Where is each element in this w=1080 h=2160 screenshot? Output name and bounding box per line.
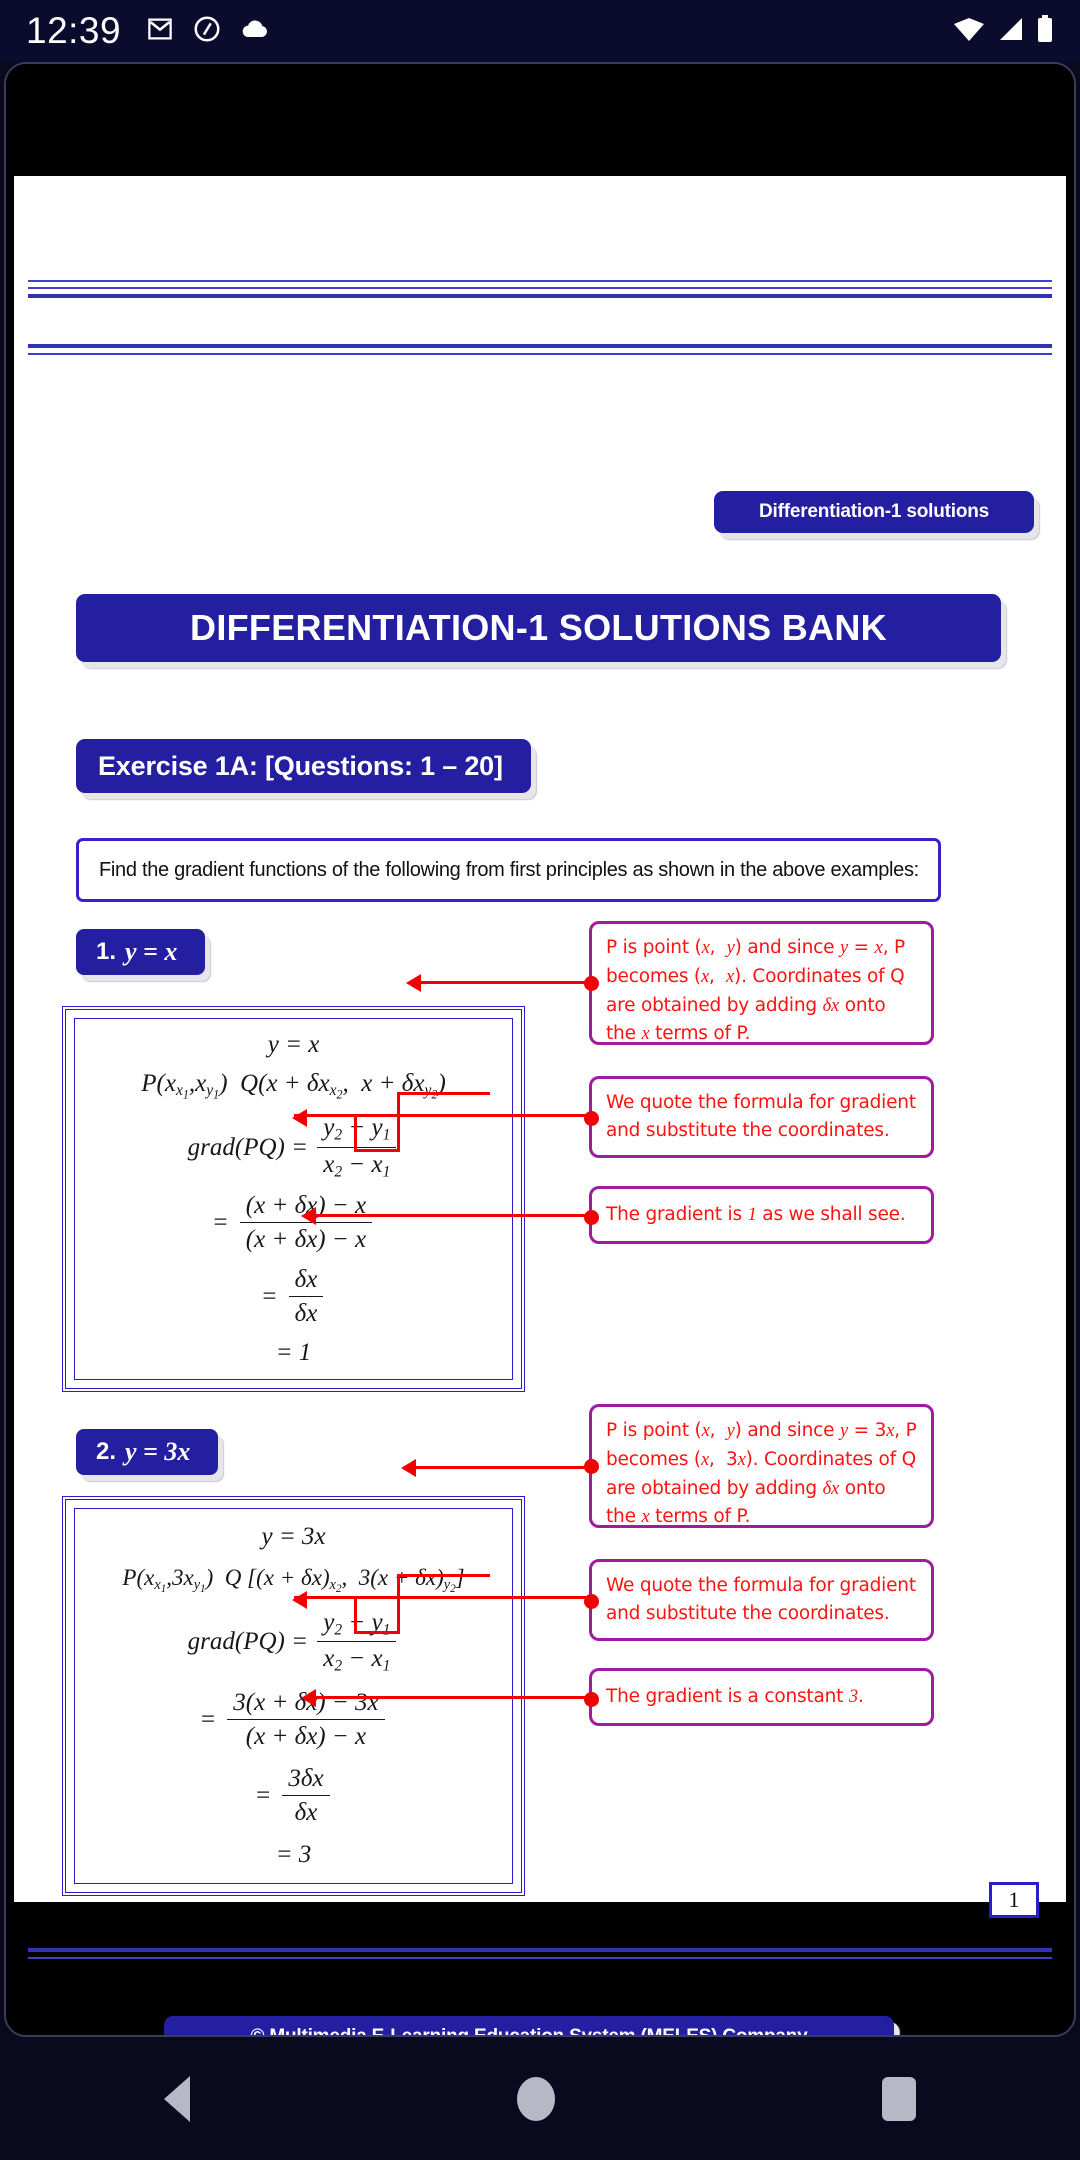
connector-2-2b (397, 1574, 400, 1634)
connector-1-2b (397, 1092, 400, 1152)
page-title: DIFFERENTIATION-1 SOLUTIONS BANK (76, 594, 1001, 662)
viewer-top-letterbox (6, 64, 1074, 176)
d1-line-sub: = (x + δx) − x (x + δx) − x (212, 1192, 375, 1254)
question-2-number: 2. (96, 1438, 117, 1465)
document-page[interactable]: Differentiation-1 solutions DIFFERENTIAT… (14, 176, 1066, 2035)
d2-line-grad: grad(PQ) = y2 − y1x2 − x1 (188, 1609, 400, 1676)
d1-line-pq: P(xx1,xy1) Q(x + δxx2, x + δxy2) (141, 1070, 446, 1102)
exercise-heading: Exercise 1A: [Questions: 1 – 20] (76, 739, 531, 793)
connector-2-1 (414, 1466, 589, 1469)
page-number-box: 1 (989, 1882, 1039, 1918)
signal-icon (996, 15, 1026, 48)
question-1-number: 1. (96, 938, 117, 965)
connector-2-2d (354, 1598, 357, 1634)
status-time: 12:39 (26, 10, 122, 51)
arrowhead-2-1 (401, 1459, 416, 1477)
connector-1-2c (354, 1149, 400, 1152)
connector-1-3 (314, 1214, 589, 1217)
d2-line-y: y = 3x (261, 1522, 326, 1550)
viewer-bottom-letterbox (6, 1898, 1074, 2035)
callout-2-1: P is point (x, y) and since y = 3x, P be… (584, 1404, 934, 1528)
connector-1-2a (400, 1092, 490, 1095)
d2-line-delta: = 3δx δx (254, 1765, 332, 1827)
header-rule-bottom (28, 344, 1052, 355)
arrowhead-1-2 (292, 1109, 307, 1127)
android-nav-bar (0, 2037, 1080, 2160)
d1-line-y: y = x (267, 1030, 320, 1058)
wifi-icon (952, 15, 986, 48)
status-bar: 12:39 (0, 0, 1080, 62)
circle-q-icon (192, 14, 222, 49)
arrowhead-2-3 (301, 1689, 316, 1707)
header-rule-top (28, 280, 1052, 298)
document-viewer-frame[interactable]: Differentiation-1 solutions DIFFERENTIAT… (4, 62, 1076, 2037)
connector-1-2e (354, 1114, 589, 1117)
callout-1-2: We quote the formula for gradient and su… (584, 1076, 934, 1158)
connector-1-1 (419, 981, 589, 984)
question-1-chip[interactable]: 1. y = x (76, 929, 206, 975)
back-button[interactable] (163, 2075, 190, 2122)
connector-2-2f (294, 1596, 356, 1599)
arrowhead-1-1 (406, 974, 421, 992)
callout-2-2: We quote the formula for gradient and su… (584, 1559, 934, 1641)
arrowhead-2-2 (292, 1591, 307, 1609)
callout-1-3: The gradient is 1 as we shall see. (584, 1186, 934, 1244)
d2-line-result: = 3 (275, 1841, 312, 1869)
d1-line-delta: = δx δx (261, 1266, 327, 1328)
footer-copyright: © Multimedia E-Learning Education System… (164, 2016, 894, 2035)
question-2-equation: y = 3x (125, 1437, 191, 1466)
footer-rule-top (28, 1948, 1052, 1959)
home-button[interactable] (516, 2076, 555, 2121)
instruction-box: Find the gradient functions of the follo… (76, 838, 941, 902)
callout-2-3-anchor (584, 1692, 599, 1707)
connector-2-2e (354, 1596, 589, 1599)
solutions-tag-chip[interactable]: Differentiation-1 solutions (714, 491, 1034, 533)
recent-apps-button[interactable] (882, 2076, 917, 2121)
gmail-icon (145, 14, 175, 49)
connector-1-2f (294, 1114, 356, 1117)
connector-1-2d (354, 1116, 357, 1152)
connector-2-2c (354, 1631, 400, 1634)
question-1-equation: y = x (125, 937, 178, 966)
question-2-chip[interactable]: 2. y = 3x (76, 1429, 219, 1475)
callout-1-1: P is point (x, y) and since y = x, P bec… (584, 921, 934, 1045)
derivation-box-1: y = x P(xx1,xy1) Q(x + δxx2, x + δxy2) g… (62, 1006, 525, 1392)
connector-2-2a (400, 1574, 490, 1577)
d1-line-result: = 1 (275, 1339, 312, 1367)
battery-icon (1036, 14, 1054, 49)
callout-2-3: The gradient is a constant 3. (584, 1668, 934, 1726)
connector-2-3 (314, 1696, 589, 1699)
status-notification-icons (145, 14, 269, 49)
arrowhead-1-3 (301, 1207, 316, 1225)
callout-1-3-anchor (584, 1210, 599, 1225)
cloud-icon (239, 17, 269, 46)
status-system-icons (952, 14, 1054, 49)
